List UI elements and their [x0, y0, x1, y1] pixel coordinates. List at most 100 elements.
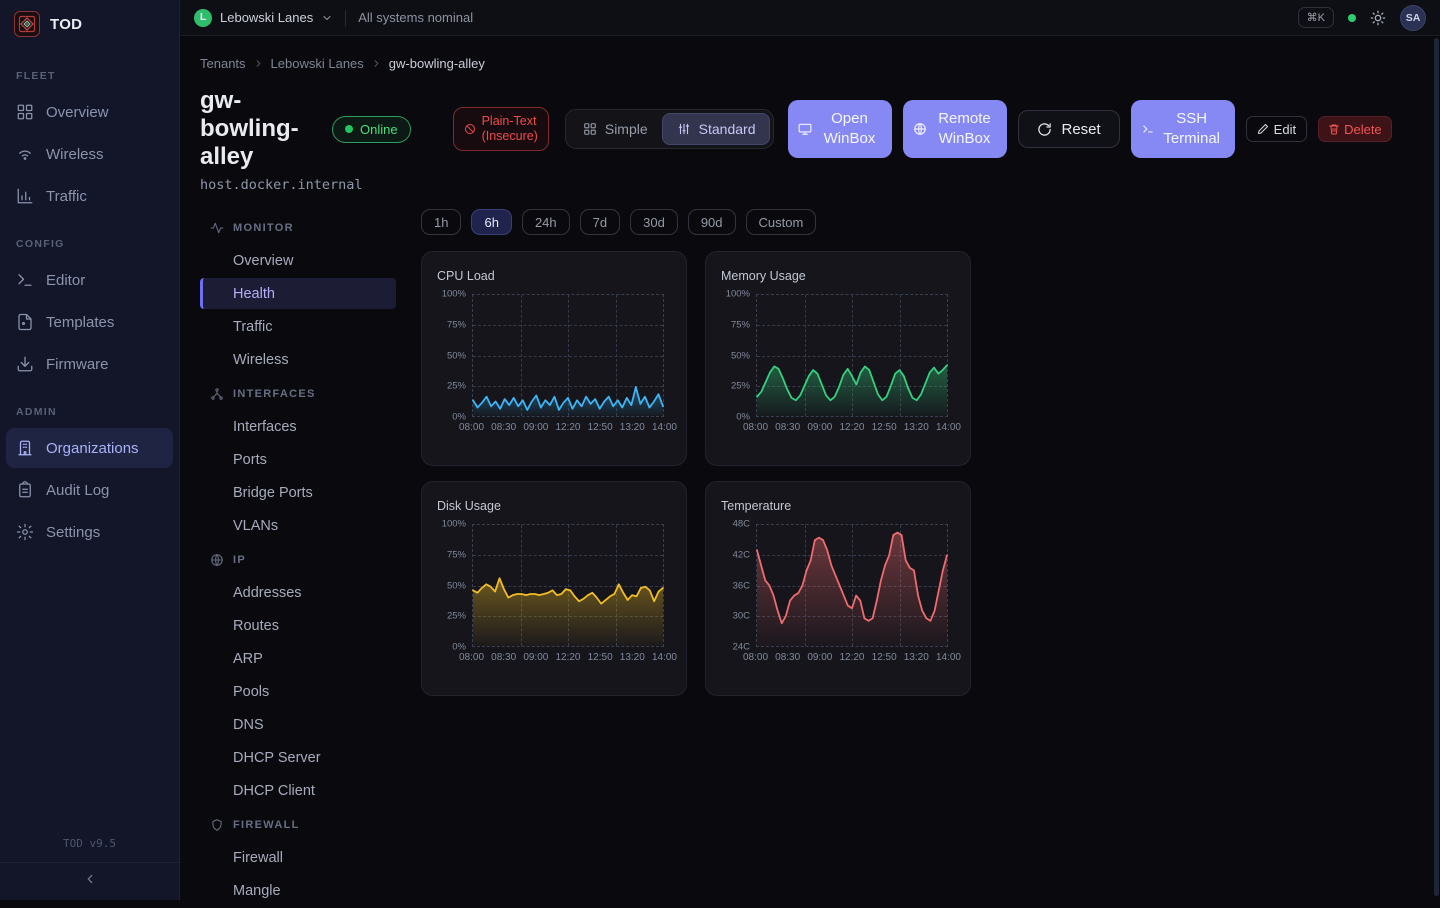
page-scrollbar[interactable]: [1434, 38, 1439, 896]
chart-title: Disk Usage: [437, 499, 672, 513]
wifi-icon: [16, 145, 34, 163]
subnav-item-addresses[interactable]: Addresses: [200, 577, 396, 608]
subnav-item-traffic[interactable]: Traffic: [200, 311, 396, 342]
view-mode-standard[interactable]: Standard: [662, 113, 771, 145]
x-axis-tick: 08:30: [775, 652, 800, 663]
subnav-item-wireless[interactable]: Wireless: [200, 344, 396, 375]
sidebar-item-organizations[interactable]: Organizations: [6, 428, 173, 468]
y-axis-tick: 30C: [733, 611, 750, 622]
x-axis-tick: 08:30: [491, 422, 516, 433]
subnav-item-health[interactable]: Health: [200, 278, 396, 309]
subnav-item-dns[interactable]: DNS: [200, 709, 396, 740]
y-axis-tick: 25%: [447, 611, 466, 622]
ssh-terminal-button[interactable]: SSH Terminal: [1131, 100, 1235, 158]
pulse-icon: [210, 221, 224, 235]
sidebar-collapse-button[interactable]: [0, 862, 179, 900]
x-axis-tick: 13:20: [620, 422, 645, 433]
x-axis-tick: 08:00: [743, 422, 768, 433]
topbar: L Lebowski Lanes All systems nominal ⌘K …: [180, 0, 1440, 36]
y-axis-tick: 75%: [731, 319, 750, 330]
x-axis-tick: 12:20: [839, 422, 864, 433]
disk-usage-area: [473, 578, 663, 646]
edit-label: Edit: [1274, 122, 1296, 137]
pencil-icon: [1257, 123, 1269, 135]
chart-plot: 08:0008:3009:0012:2012:5013:2014:00 100%…: [756, 294, 948, 417]
subnav-item-dhcp-client[interactable]: DHCP Client: [200, 775, 396, 806]
chevron-right-icon: [371, 58, 382, 69]
subnav-item-interfaces[interactable]: Interfaces: [200, 411, 396, 442]
subnav-section-label: IP: [233, 554, 246, 566]
device-host: host.docker.internal: [200, 177, 1434, 193]
open-winbox-button[interactable]: Open WinBox: [788, 100, 892, 158]
y-axis-tick: 0%: [452, 412, 466, 423]
subnav-item-routes[interactable]: Routes: [200, 610, 396, 641]
sidebar-item-templates[interactable]: Templates: [6, 302, 173, 342]
bars-icon: [16, 187, 34, 205]
reset-button[interactable]: Reset: [1018, 110, 1119, 148]
time-range-90d[interactable]: 90d: [688, 209, 736, 235]
reset-label: Reset: [1061, 121, 1100, 138]
chart-plot: 08:0008:3009:0012:2012:5013:2014:00 48C4…: [756, 524, 948, 647]
y-axis-tick: 48C: [733, 519, 750, 530]
delete-button[interactable]: Delete: [1318, 116, 1392, 142]
theme-toggle-sun-icon[interactable]: [1370, 10, 1386, 26]
subnav-item-mangle[interactable]: Mangle: [200, 875, 396, 906]
y-axis-tick: 0%: [736, 412, 750, 423]
view-mode-simple[interactable]: Simple: [569, 113, 662, 145]
time-range-30d[interactable]: 30d: [630, 209, 678, 235]
chart-card-memory-usage: Memory Usage 08:0008:3009:0012:2012:5013…: [705, 251, 971, 466]
app-logo-row: TOD: [0, 0, 179, 48]
warning-line-2: (Insecure): [482, 129, 538, 144]
chart-grid: CPU Load 08:0008:3009:0012:2012:5013:201…: [421, 251, 971, 696]
chart-title: Memory Usage: [721, 269, 956, 283]
sidebar-section-label-fleet: FLEET: [0, 70, 179, 82]
time-range-custom[interactable]: Custom: [746, 209, 817, 235]
view-mode-toggle: SimpleStandard: [565, 109, 775, 149]
sidebar-item-wireless[interactable]: Wireless: [6, 134, 173, 174]
tenant-selector[interactable]: L Lebowski Lanes: [194, 9, 333, 27]
edit-button[interactable]: Edit: [1246, 116, 1307, 142]
breadcrumb-tenant-name[interactable]: Lebowski Lanes: [271, 56, 364, 71]
sidebar-item-settings[interactable]: Settings: [6, 512, 173, 552]
y-axis-tick: 36C: [733, 580, 750, 591]
chart-card-disk-usage: Disk Usage 08:0008:3009:0012:2012:5013:2…: [421, 481, 687, 696]
chevron-down-icon: [321, 12, 333, 24]
subnav-item-vlans[interactable]: VLANs: [200, 510, 396, 541]
breadcrumb-tenants[interactable]: Tenants: [200, 56, 246, 71]
grid-icon: [583, 122, 597, 136]
x-axis-tick: 08:00: [743, 652, 768, 663]
subnav-item-pools[interactable]: Pools: [200, 676, 396, 707]
sidebar-item-audit-log[interactable]: Audit Log: [6, 470, 173, 510]
subnav-item-arp[interactable]: ARP: [200, 643, 396, 674]
shield-icon: [210, 818, 224, 832]
breadcrumb: Tenants Lebowski Lanes gw-bowling-alley: [200, 56, 1434, 71]
time-range-7d[interactable]: 7d: [580, 209, 620, 235]
time-range-6h[interactable]: 6h: [471, 209, 511, 235]
warning-line-1: Plain-Text: [482, 114, 538, 129]
sidebar-item-firmware[interactable]: Firmware: [6, 344, 173, 384]
sidebar-item-traffic[interactable]: Traffic: [6, 176, 173, 216]
time-range-1h[interactable]: 1h: [421, 209, 461, 235]
subnav-item-overview[interactable]: Overview: [200, 245, 396, 276]
y-axis-tick: 25%: [731, 381, 750, 392]
sidebar-item-overview[interactable]: Overview: [6, 92, 173, 132]
time-range-24h[interactable]: 24h: [522, 209, 570, 235]
globe-icon: [913, 122, 927, 136]
x-axis-tick: 08:00: [459, 652, 484, 663]
remote-winbox-button[interactable]: Remote WinBox: [903, 100, 1007, 158]
user-avatar[interactable]: SA: [1400, 5, 1426, 31]
sidebar-item-editor[interactable]: Editor: [6, 260, 173, 300]
online-status-label: Online: [360, 122, 398, 137]
subnav-item-dhcp-server[interactable]: DHCP Server: [200, 742, 396, 773]
chart-card-temperature: Temperature 08:0008:3009:0012:2012:5013:…: [705, 481, 971, 696]
command-palette-button[interactable]: ⌘K: [1298, 7, 1334, 28]
subnav-item-ports[interactable]: Ports: [200, 444, 396, 475]
subnav-item-bridge-ports[interactable]: Bridge Ports: [200, 477, 396, 508]
subnav-section-ip: IP: [200, 545, 396, 575]
subnav-item-firewall[interactable]: Firewall: [200, 842, 396, 873]
health-status-dot: [1348, 14, 1356, 22]
terminal-icon: [16, 271, 34, 289]
system-status-text: All systems nominal: [358, 10, 473, 25]
trash-icon: [1328, 123, 1340, 135]
chart-plot: 08:0008:3009:0012:2012:5013:2014:00 100%…: [472, 294, 664, 417]
